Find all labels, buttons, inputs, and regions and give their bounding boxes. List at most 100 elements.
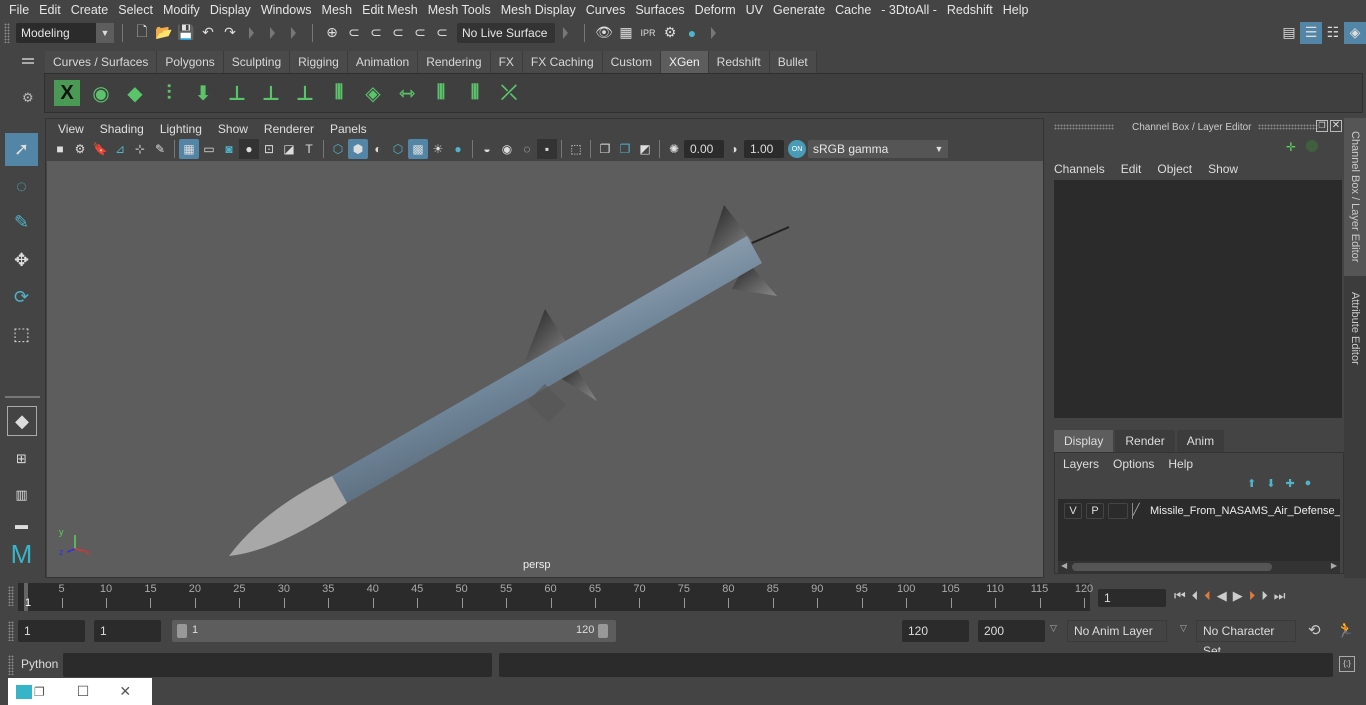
restore-icon[interactable]: ❐: [34, 685, 45, 699]
command-language-label[interactable]: Python: [21, 657, 58, 671]
rotate-tool-icon[interactable]: ⟳: [5, 281, 38, 314]
exposure-icon[interactable]: ✺: [664, 139, 684, 159]
close-panel-icon[interactable]: ✕: [1330, 120, 1342, 132]
missile-model[interactable]: [47, 161, 1043, 577]
timeline-ruler[interactable]: 1 5 10 15 20 25 30 35 40 45 50 55 60 65 70 75 80 85 90 95 1…: [18, 583, 1093, 611]
undo-icon[interactable]: ↶: [197, 22, 219, 44]
animation-start-field[interactable]: 1: [18, 620, 85, 642]
layer-menu-help[interactable]: Help: [1168, 457, 1193, 471]
shelf-tab-sculpting[interactable]: Sculpting: [223, 51, 291, 73]
scale-tool-icon[interactable]: ⬚: [5, 318, 38, 351]
timeline-grip[interactable]: [8, 586, 14, 606]
xray-joints-icon[interactable]: ❐: [595, 139, 615, 159]
create-interactive-groom-icon[interactable]: ◈: [356, 76, 390, 110]
menu-mesh-display[interactable]: Mesh Display: [496, 3, 581, 17]
new-layer-icon[interactable]: ✚: [1285, 477, 1294, 490]
persp-outliner-layout-icon[interactable]: ▥: [5, 478, 38, 511]
maximize-icon[interactable]: ☐: [77, 683, 90, 700]
render-current-frame-icon[interactable]: ▦: [615, 22, 637, 44]
camera-attributes-icon[interactable]: ⚙: [70, 139, 90, 159]
snap-point-icon[interactable]: ⊂: [365, 22, 387, 44]
minimized-window[interactable]: ❐ ☐ ✕: [8, 678, 152, 705]
hypershade-icon[interactable]: ●: [681, 22, 703, 44]
collapse-toggle[interactable]: [249, 26, 254, 39]
anim-layer-selector[interactable]: No Anim Layer: [1067, 620, 1167, 642]
persp-graph-layout-icon[interactable]: ▬: [5, 514, 38, 534]
snap-grid-icon[interactable]: ⊕: [321, 22, 343, 44]
go-to-end-icon[interactable]: ⏭: [1274, 588, 1286, 604]
lock-guide-icon[interactable]: ⊥: [288, 76, 322, 110]
collapse-toggle[interactable]: [270, 26, 275, 39]
script-editor-icon[interactable]: {;}: [1339, 656, 1355, 672]
step-back-key-icon[interactable]: ⏴: [1204, 588, 1211, 604]
status-line-grip[interactable]: [4, 22, 10, 43]
depth-of-field-icon[interactable]: ▪: [537, 139, 557, 159]
safe-title-icon[interactable]: T: [299, 139, 319, 159]
range-start-handle[interactable]: [177, 624, 187, 638]
image-plane-icon[interactable]: ⊿: [110, 139, 130, 159]
grease-pencil-icon[interactable]: ✎: [150, 139, 170, 159]
select-guides-icon[interactable]: ⫴: [458, 76, 492, 110]
layer-tab-render[interactable]: Render: [1115, 430, 1175, 452]
animation-preferences-icon[interactable]: ⟲: [1308, 621, 1321, 639]
2d-pan-zoom-icon[interactable]: ⊹: [130, 139, 150, 159]
menu-select[interactable]: Select: [113, 3, 158, 17]
scroll-right-icon[interactable]: ▶: [1331, 561, 1337, 570]
gamma-field[interactable]: 1.00: [744, 140, 784, 158]
auto-key-icon[interactable]: 🏃: [1336, 621, 1355, 639]
visibility-toggle[interactable]: V: [1064, 503, 1082, 519]
select-camera-icon[interactable]: ■: [50, 139, 70, 159]
display-type-toggle[interactable]: [1108, 503, 1128, 519]
gate-mask-icon[interactable]: ●: [239, 139, 259, 159]
shelf-tab-custom[interactable]: Custom: [602, 51, 661, 73]
sculpt-guide-icon[interactable]: ⇿: [390, 76, 424, 110]
3d-scene[interactable]: y x z persp: [47, 161, 1043, 577]
step-forward-key-icon[interactable]: ⏵: [1249, 588, 1256, 604]
current-frame-field[interactable]: 1: [1098, 589, 1166, 607]
field-chart-icon[interactable]: ⊡: [259, 139, 279, 159]
collapse-toggle[interactable]: [563, 26, 568, 39]
place-guide-icon[interactable]: ⬇: [186, 76, 220, 110]
layer-tab-display[interactable]: Display: [1054, 430, 1114, 452]
layer-menu-layers[interactable]: Layers: [1063, 457, 1099, 471]
motion-blur-icon[interactable]: ◉: [497, 139, 517, 159]
new-layer-selected-icon[interactable]: ●: [1305, 477, 1312, 490]
save-scene-icon[interactable]: 💾: [175, 22, 197, 44]
exposure-field[interactable]: 0.00: [684, 140, 724, 158]
add-guide-icon[interactable]: ⫶: [152, 76, 186, 110]
scroll-left-icon[interactable]: ◀: [1061, 561, 1067, 570]
resolution-gate-icon[interactable]: ◙: [219, 139, 239, 159]
open-scene-icon[interactable]: 📂: [153, 22, 175, 44]
paint-select-tool-icon[interactable]: ✎: [5, 206, 38, 239]
step-back-frame-icon[interactable]: ⏴: [1192, 588, 1199, 604]
shelf-tab-rigging[interactable]: Rigging: [290, 51, 348, 73]
menu-generate[interactable]: Generate: [768, 3, 830, 17]
range-grip[interactable]: [8, 621, 14, 641]
wireframe-on-shaded-icon[interactable]: ◐: [368, 139, 388, 159]
select-guide-icon[interactable]: ⊥: [254, 76, 288, 110]
screen-space-ao-icon[interactable]: ◒: [477, 139, 497, 159]
render-view-icon[interactable]: 👁: [593, 22, 615, 44]
delete-description-icon[interactable]: ◆: [118, 76, 152, 110]
mode-selector[interactable]: Modeling ▼: [16, 22, 114, 43]
shelf-tab-rendering[interactable]: Rendering: [418, 51, 491, 73]
manipulator-icon[interactable]: ✛: [1286, 140, 1296, 154]
snap-surface-icon[interactable]: ⊂: [431, 22, 453, 44]
gamma-icon[interactable]: ◑: [724, 139, 744, 159]
grid-toggle-icon[interactable]: ▦: [179, 139, 199, 159]
anti-aliasing-icon[interactable]: ◌: [517, 139, 537, 159]
shelf-tab-animation[interactable]: Animation: [347, 51, 419, 73]
cut-guide-icon[interactable]: ⫴: [424, 76, 458, 110]
bookmark-icon[interactable]: 🔖: [90, 139, 110, 159]
go-to-start-icon[interactable]: ⏮: [1174, 588, 1186, 604]
live-surface-field[interactable]: No Live Surface: [457, 22, 555, 43]
playback-toggle[interactable]: P: [1086, 503, 1104, 519]
menu-deform[interactable]: Deform: [690, 3, 741, 17]
channel-menu-show[interactable]: Show: [1208, 162, 1238, 176]
shadows-icon[interactable]: ●: [448, 139, 468, 159]
select-tool-icon[interactable]: ➚: [5, 133, 38, 166]
menu-display[interactable]: Display: [205, 3, 256, 17]
close-icon[interactable]: ✕: [119, 683, 131, 700]
float-panel-icon[interactable]: ❐: [1316, 120, 1328, 132]
shelf-tab-fx[interactable]: FX: [490, 51, 523, 73]
